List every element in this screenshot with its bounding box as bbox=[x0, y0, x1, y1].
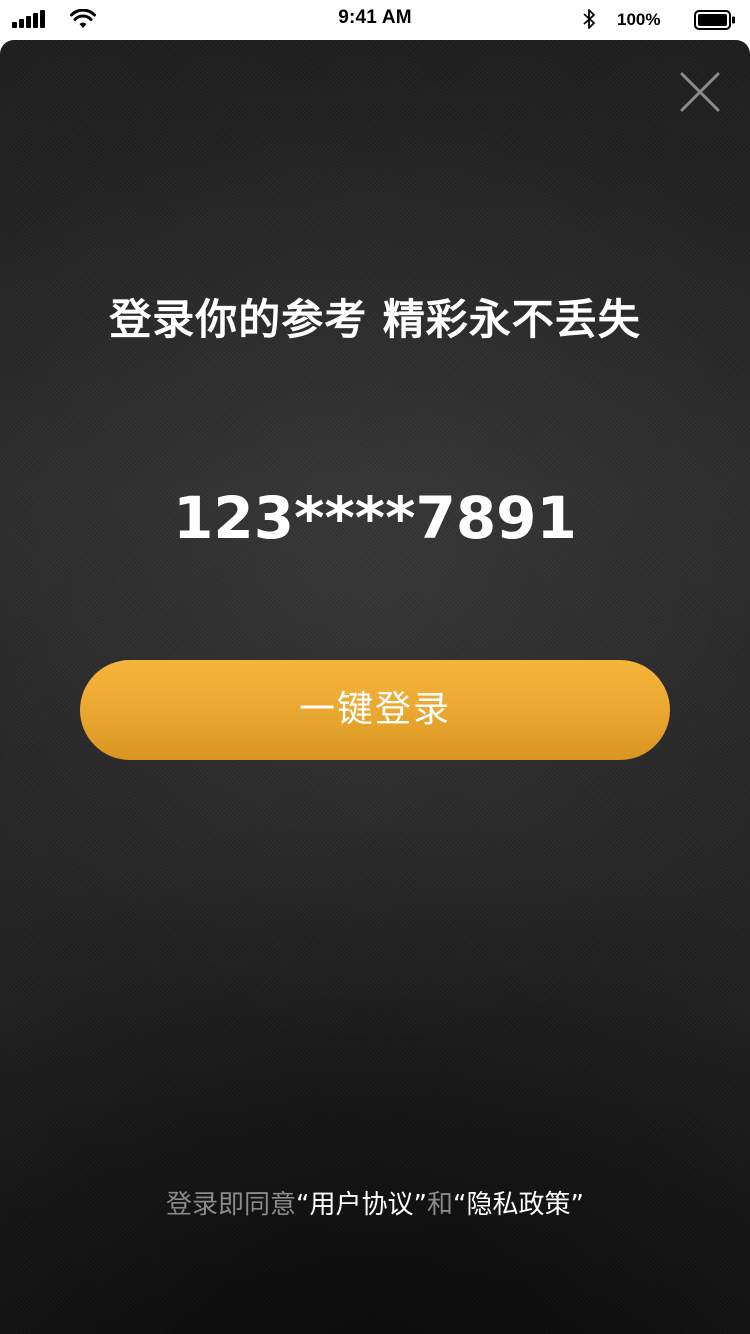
status-bar: 9:41 AM 100% bbox=[0, 0, 750, 40]
page-title: 登录你的参考 精彩永不丢失 bbox=[109, 295, 641, 344]
close-icon[interactable] bbox=[676, 68, 724, 116]
bluetooth-icon bbox=[583, 9, 595, 29]
battery-icon bbox=[694, 10, 735, 30]
agreement-notice: 登录即同意“用户协议”和“隐私政策” bbox=[0, 1184, 750, 1221]
agreement-prefix: 登录即同意 bbox=[166, 1190, 297, 1220]
battery-percent: 100% bbox=[617, 10, 661, 29]
masked-phone-number: 123****7891 bbox=[173, 484, 577, 552]
one-tap-login-button[interactable]: 一键登录 bbox=[80, 660, 670, 760]
agreement-conjunction: 和 bbox=[427, 1190, 454, 1220]
user-agreement-link[interactable]: “用户协议” bbox=[296, 1190, 427, 1220]
privacy-policy-link[interactable]: “隐私政策” bbox=[453, 1190, 584, 1220]
login-sheet: 登录你的参考 精彩永不丢失 123****7891 一键登录 登录即同意“用户协… bbox=[0, 40, 750, 1334]
